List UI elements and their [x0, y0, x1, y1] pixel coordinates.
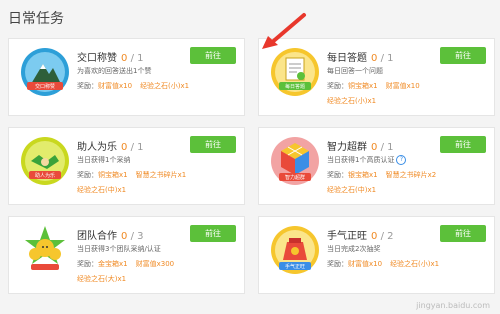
- task-description: 当日获得1个采纳: [77, 156, 131, 164]
- task-title: 交口称赞 0 / 1: [77, 53, 144, 64]
- task-description: 当日获得3个团队采纳/认证: [77, 245, 161, 253]
- task-rewards: 奖励：金宝箱x1 财富值x300: [77, 260, 175, 268]
- go-button[interactable]: 前往: [190, 47, 236, 64]
- page-title: 日常任务: [8, 11, 64, 27]
- task-progress: 0 / 3: [121, 231, 144, 242]
- task-card-团队合作: 团队合作 0 / 3 当日获得3个团队采纳/认证 奖励：金宝箱x1 财富值x300 …: [8, 216, 245, 294]
- rubik-cube-badge-icon: 智力超群: [267, 133, 323, 189]
- lucky-bag-badge-icon: 手气正旺: [267, 222, 323, 278]
- task-extra-reward: 经验之石(中)x1: [77, 186, 127, 194]
- task-title: 手气正旺 0 / 2: [327, 231, 394, 242]
- handshake-badge-icon: 助人为乐: [17, 133, 73, 189]
- task-card-手气正旺: 手气正旺 手气正旺 0 / 2 当日完成2次抽奖 奖励：财富值x10 经验之石(小)…: [258, 216, 495, 294]
- go-button[interactable]: 前往: [190, 225, 236, 242]
- task-description: 当日完成2次抽奖: [327, 245, 381, 253]
- task-title: 助人为乐 0 / 1: [77, 142, 144, 153]
- go-button[interactable]: 前往: [440, 47, 486, 64]
- task-rewards: 奖励：财富值x10 经验之石(小)x1: [77, 82, 190, 90]
- task-extra-reward: 经验之石(大)x1: [77, 275, 127, 283]
- annotation-arrow-icon: [262, 13, 306, 49]
- task-progress: 0 / 2: [371, 231, 394, 242]
- task-extra-reward: 经验之石(小)x1: [327, 97, 377, 105]
- task-description: 为喜欢的回答送出1个赞: [77, 67, 152, 75]
- watermark: jingyan.baidu.com: [416, 301, 490, 310]
- task-rewards: 奖励：财富值x10 经验之石(小)x1: [327, 260, 440, 268]
- document-badge-icon: 每日答题: [267, 44, 323, 100]
- task-progress: 0 / 1: [371, 53, 394, 64]
- svg-text:智力超群: 智力超群: [285, 174, 305, 181]
- go-button[interactable]: 前往: [440, 136, 486, 153]
- task-card-智力超群: 智力超群 智力超群 0 / 1 当日获得1个高质认证? 奖励：银宝箱x1 智慧之书碎…: [258, 127, 495, 205]
- task-title: 团队合作 0 / 3: [77, 231, 144, 242]
- task-card-助人为乐: 助人为乐 助人为乐 0 / 1 当日获得1个采纳 奖励：铜宝箱x1 智慧之书碎片x1…: [8, 127, 245, 205]
- svg-text:助人为乐: 助人为乐: [35, 172, 55, 179]
- go-button[interactable]: 前往: [440, 225, 486, 242]
- task-progress: 0 / 1: [121, 142, 144, 153]
- help-icon[interactable]: ?: [396, 155, 407, 165]
- task-progress: 0 / 1: [121, 53, 144, 64]
- svg-text:每日答题: 每日答题: [285, 83, 305, 90]
- task-rewards: 奖励：铜宝箱x1 智慧之书碎片x1: [77, 171, 187, 179]
- task-progress: 0 / 1: [371, 142, 394, 153]
- go-button[interactable]: 前往: [190, 136, 236, 153]
- svg-text:交口称赞: 交口称赞: [35, 83, 55, 90]
- task-rewards: 奖励：银宝箱x1 智慧之书碎片x2: [327, 171, 437, 179]
- task-card-交口称赞: 交口称赞 交口称赞 0 / 1 为喜欢的回答送出1个赞 奖励：财富值x10 经验之石…: [8, 38, 245, 116]
- task-title: 智力超群 0 / 1: [327, 142, 394, 153]
- svg-text:手气正旺: 手气正旺: [285, 263, 305, 270]
- task-description: 每日回答一个问题: [327, 67, 383, 75]
- team-badge-icon: [17, 222, 73, 278]
- mountain-badge-icon: 交口称赞: [17, 44, 73, 100]
- task-extra-reward: 经验之石(中)x1: [327, 186, 377, 194]
- task-title: 每日答题 0 / 1: [327, 53, 394, 64]
- task-description: 当日获得1个高质认证?: [327, 155, 407, 165]
- task-rewards: 奖励：铜宝箱x1 财富值x10: [327, 82, 420, 90]
